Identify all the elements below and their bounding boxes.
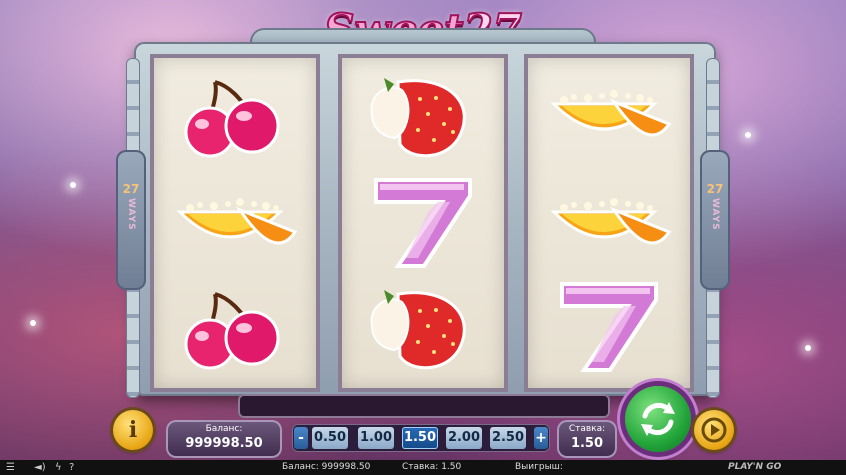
stake-panel: Ставка: 1.50 — [557, 420, 617, 458]
bet-option[interactable]: 2.00 — [446, 427, 482, 449]
spin-button[interactable] — [625, 386, 691, 452]
stake-label: Ставка: — [568, 424, 606, 434]
orange-symbol — [528, 64, 690, 174]
menu-icon[interactable]: ☰ — [6, 460, 15, 475]
ways-number: 27 — [122, 182, 140, 196]
increase-bet-button[interactable]: + — [534, 427, 548, 449]
status-win: Выигрыш: — [515, 462, 563, 472]
cherry-symbol — [154, 276, 316, 386]
info-icon: i — [128, 417, 138, 443]
autoplay-icon — [701, 417, 727, 443]
bet-option-selected[interactable]: 1.50 — [402, 427, 438, 449]
ways-badge-left: 27 WAYS — [116, 150, 146, 290]
orange-symbol — [154, 172, 316, 282]
sparkle — [70, 182, 76, 188]
help-icon[interactable]: ? — [69, 460, 74, 475]
strawberry-symbol — [342, 64, 504, 174]
ways-word: WAYS — [126, 198, 136, 231]
seven-symbol — [528, 276, 690, 386]
cherry-symbol — [154, 64, 316, 174]
ways-badge-right: 27 WAYS — [700, 150, 730, 290]
status-stake: Ставка: 1.50 — [402, 462, 462, 472]
autoplay-button[interactable] — [694, 410, 734, 450]
bet-option[interactable]: 2.50 — [490, 427, 526, 449]
strawberry-symbol — [342, 276, 504, 386]
bet-option[interactable]: 0.50 — [312, 427, 348, 449]
balance-panel: Баланс: 999998.50 — [166, 420, 282, 458]
status-balance: Баланс: 999998.50 — [282, 462, 371, 472]
bet-option[interactable]: 1.00 — [358, 427, 394, 449]
bet-selector: - 0.50 1.00 1.50 2.00 2.50 + — [292, 424, 550, 452]
ways-number: 27 — [706, 182, 724, 196]
seven-symbol — [342, 172, 504, 282]
stake-value: 1.50 — [570, 436, 604, 451]
decrease-bet-button[interactable]: - — [294, 427, 308, 449]
balance-label: Баланс: — [205, 424, 243, 434]
ways-word: WAYS — [710, 198, 720, 231]
info-button[interactable]: i — [113, 410, 153, 450]
sparkle — [30, 320, 36, 326]
sparkle — [805, 345, 811, 351]
sparkle — [745, 132, 751, 138]
turbo-icon[interactable]: ϟ — [55, 460, 62, 475]
message-bar — [238, 394, 610, 418]
status-bar: ☰ ◄) ϟ ? Баланс: 999998.50 Ставка: 1.50 … — [0, 460, 846, 475]
spin-icon — [641, 402, 675, 436]
balance-value: 999998.50 — [185, 436, 263, 451]
brand-logo: PLAY'N GO — [728, 462, 782, 472]
sound-icon[interactable]: ◄) — [34, 460, 46, 475]
orange-symbol — [528, 172, 690, 282]
